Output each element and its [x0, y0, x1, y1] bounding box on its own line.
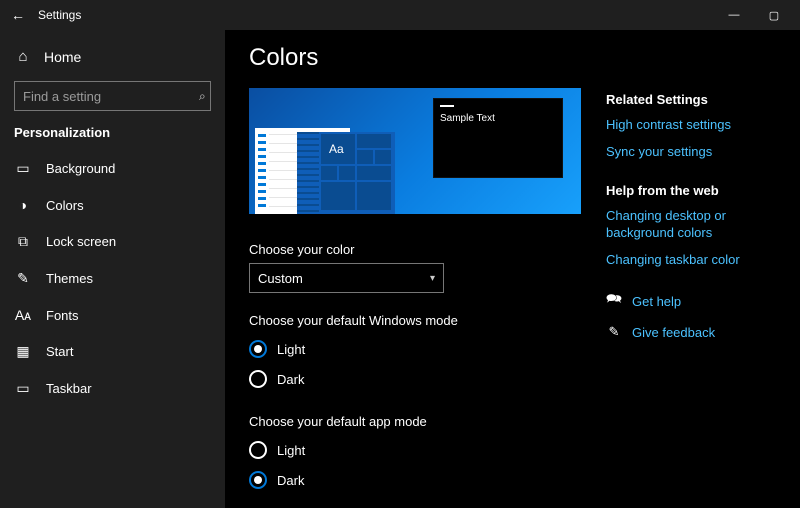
sidebar-item-start[interactable]: ▦ Start — [0, 333, 225, 370]
help-heading: Help from the web — [606, 183, 784, 198]
sidebar-item-taskbar[interactable]: ▭ Taskbar — [0, 370, 225, 407]
lockscreen-icon: ⧉ — [14, 233, 32, 250]
sidebar: ⌂ Home ⌕ Personalization ▭ Background ◑ Col… — [0, 30, 225, 508]
start-icon: ▦ — [14, 343, 32, 360]
help-link[interactable]: Changing desktop or background colors — [606, 208, 784, 242]
sidebar-item-lock-screen[interactable]: ⧉ Lock screen — [0, 223, 225, 260]
chevron-down-icon: ▾ — [430, 273, 435, 284]
sidebar-item-themes[interactable]: ✎ Themes — [0, 260, 225, 297]
sidebar-item-label: Start — [46, 344, 73, 359]
preview-sample-text: Sample Text — [440, 113, 495, 124]
search-box[interactable]: ⌕ — [14, 81, 211, 111]
choose-color-value: Custom — [258, 271, 303, 286]
sidebar-item-label: Lock screen — [46, 234, 116, 249]
window-title: Settings — [38, 8, 81, 22]
home-icon: ⌂ — [14, 48, 32, 65]
main: Colors Aa Sample Text Choose your color … — [225, 30, 800, 508]
related-link[interactable]: High contrast settings — [606, 117, 784, 134]
radio-label: Dark — [277, 372, 304, 387]
sidebar-item-label: Colors — [46, 198, 84, 213]
search-input[interactable] — [23, 89, 199, 104]
sidebar-item-label: Taskbar — [46, 381, 92, 396]
related-link[interactable]: Sync your settings — [606, 144, 784, 161]
feedback-icon: ✎ — [606, 324, 622, 340]
nav-list: ▭ Background ◑ Colors ⧉ Lock screen ✎ Themes Aᴀ F… — [0, 150, 225, 407]
preview-aa: Aa — [329, 142, 344, 156]
search-icon: ⌕ — [199, 89, 206, 104]
radio-icon — [249, 370, 267, 388]
sidebar-item-label: Fonts — [46, 308, 79, 323]
radio-label: Light — [277, 342, 305, 357]
content: ⌂ Home ⌕ Personalization ▭ Background ◑ Col… — [0, 30, 800, 508]
sidebar-item-label: Background — [46, 161, 115, 176]
color-preview: Aa Sample Text — [249, 88, 581, 214]
titlebar: ← Settings — ▢ ✕ — [0, 0, 800, 30]
app-mode-group: Light Dark — [249, 435, 594, 495]
maximize-button[interactable]: ▢ — [754, 9, 794, 22]
support-links: 🗪 Get help ✎ Give feedback — [606, 290, 784, 340]
related-links: High contrast settings Sync your settings — [606, 117, 784, 161]
themes-icon: ✎ — [14, 270, 32, 287]
radio-icon — [249, 340, 267, 358]
sidebar-item-colors[interactable]: ◑ Colors — [0, 187, 225, 223]
help-icon: 🗪 — [606, 290, 622, 312]
background-icon: ▭ — [14, 160, 32, 177]
support-link[interactable]: Get help — [632, 294, 681, 309]
choose-color-label: Choose your color — [249, 242, 594, 257]
right-column: Related Settings High contrast settings S… — [594, 44, 784, 508]
colors-icon: ◑ — [14, 197, 32, 213]
sidebar-item-label: Themes — [46, 271, 93, 286]
radio-icon — [249, 471, 267, 489]
radio-label: Dark — [277, 473, 304, 488]
back-button[interactable]: ← — [6, 7, 30, 23]
support-link[interactable]: Give feedback — [632, 325, 715, 340]
home-button[interactable]: ⌂ Home — [0, 40, 225, 73]
app-mode-option-light[interactable]: Light — [249, 435, 594, 465]
page-title: Colors — [249, 44, 594, 72]
app-mode-option-dark[interactable]: Dark — [249, 465, 594, 495]
related-settings-heading: Related Settings — [606, 92, 784, 107]
help-link[interactable]: Changing taskbar color — [606, 252, 784, 269]
minimize-button[interactable]: — — [714, 9, 754, 21]
choose-color-dropdown[interactable]: Custom ▾ — [249, 263, 444, 293]
support-row: ✎ Give feedback — [606, 324, 784, 340]
radio-label: Light — [277, 443, 305, 458]
radio-icon — [249, 441, 267, 459]
taskbar-icon: ▭ — [14, 380, 32, 397]
fonts-icon: Aᴀ — [14, 307, 32, 323]
section-label: Personalization — [0, 121, 225, 150]
windows-mode-group: Light Dark — [249, 334, 594, 394]
windows-mode-label: Choose your default Windows mode — [249, 313, 594, 328]
sidebar-item-background[interactable]: ▭ Background — [0, 150, 225, 187]
sidebar-item-fonts[interactable]: Aᴀ Fonts — [0, 297, 225, 333]
preview-dark-window: Sample Text — [433, 98, 563, 178]
home-label: Home — [44, 49, 81, 65]
app-mode-label: Choose your default app mode — [249, 414, 594, 429]
preview-startmenu: Aa — [297, 132, 395, 214]
windows-mode-option-dark[interactable]: Dark — [249, 364, 594, 394]
help-links: Changing desktop or background colors Cha… — [606, 208, 784, 269]
windows-mode-option-light[interactable]: Light — [249, 334, 594, 364]
support-row: 🗪 Get help — [606, 290, 784, 312]
